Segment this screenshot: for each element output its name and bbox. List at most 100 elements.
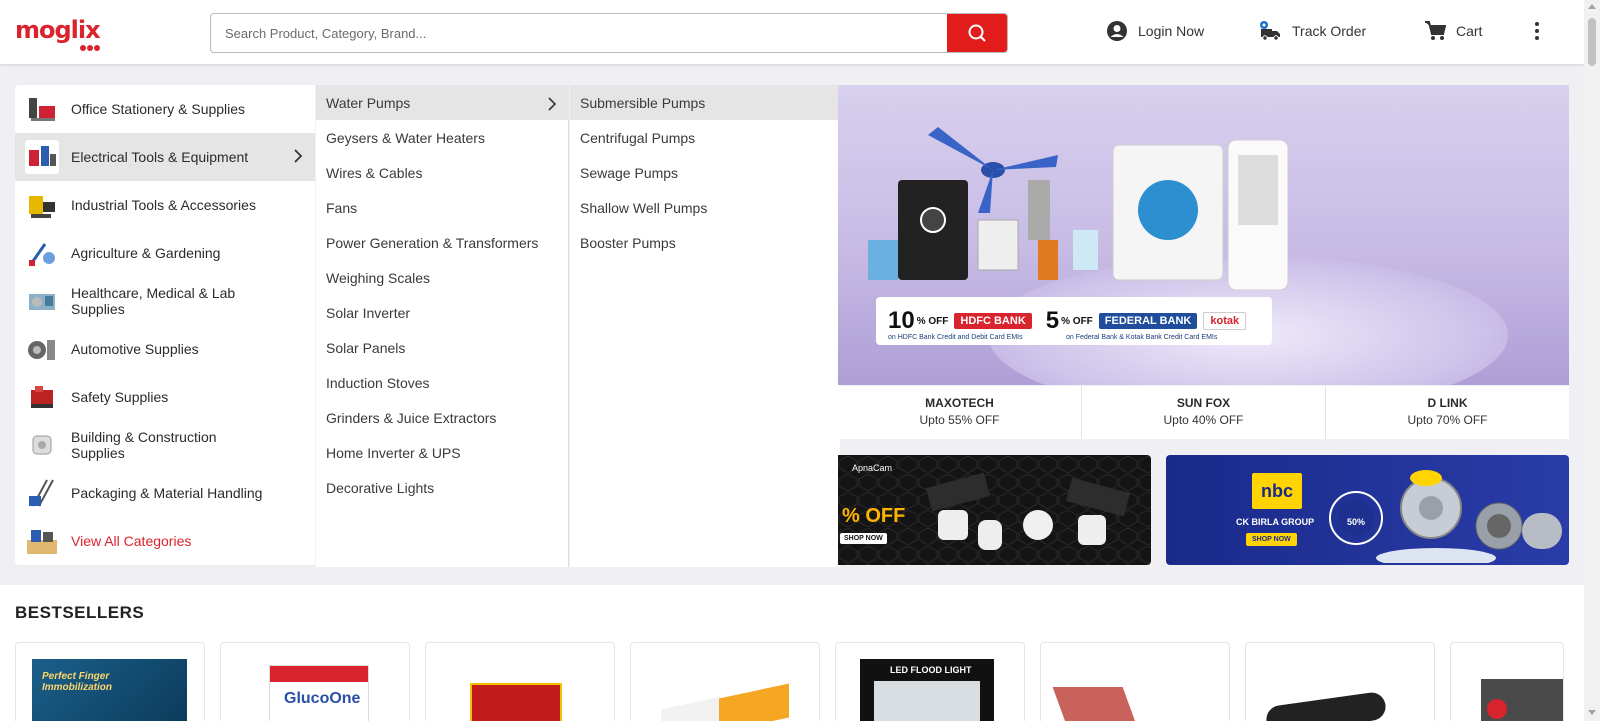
chevron-right-icon <box>548 97 557 111</box>
promo1-shop-now[interactable]: SHOP NOW <box>840 533 887 544</box>
packaging-icon <box>25 476 59 510</box>
subcategory-item[interactable]: Solar Panels <box>316 330 569 365</box>
login-button[interactable]: Login Now <box>1106 20 1204 42</box>
safety-icon <box>25 380 59 414</box>
product-card[interactable] <box>630 642 820 721</box>
brand-name: MAXOTECH <box>925 396 994 410</box>
subcategory-item[interactable]: Decorative Lights <box>316 470 569 505</box>
brand-name: D LINK <box>1427 396 1468 410</box>
product-image: Perfect Finger Immobilization <box>32 659 187 721</box>
chevron-right-icon <box>294 149 303 163</box>
subcategory-item[interactable]: Home Inverter & UPS <box>316 435 569 470</box>
product-card[interactable] <box>425 642 615 721</box>
category-label: Safety Supplies <box>71 389 169 405</box>
subcategory-item[interactable]: Induction Stoves <box>316 365 569 400</box>
category-item-industrial-tools[interactable]: Industrial Tools & Accessories <box>15 181 315 229</box>
promo2-shop-now[interactable]: SHOP NOW <box>1246 533 1297 546</box>
nbc-bearings-promo-banner[interactable]: nbc CK BIRLA GROUP SHOP NOW 50% <box>1166 455 1569 565</box>
cart-button[interactable]: Cart <box>1424 20 1482 42</box>
subcategory-item-water-pumps[interactable]: Water Pumps <box>316 85 569 120</box>
scroll-up-icon[interactable] <box>1588 4 1596 9</box>
product-image-text: LED FLOOD LIGHT <box>890 665 972 675</box>
delivery-truck-icon <box>1260 21 1280 41</box>
category-item-automotive[interactable]: Automotive Supplies <box>15 325 315 373</box>
product-image <box>1264 690 1388 721</box>
offer2-off: % OFF <box>1061 315 1093 327</box>
hero-banner[interactable]: 10 % OFF HDFC BANK 5 % OFF FEDERAL BANK … <box>838 85 1569 385</box>
submenu-item-submersible[interactable]: Submersible Pumps <box>570 85 840 120</box>
category-label: Packaging & Material Handling <box>71 485 263 501</box>
subcategory-item[interactable]: Wires & Cables <box>316 155 569 190</box>
offer2-subtext: on Federal Bank & Kotak Bank Credit Card… <box>1066 334 1218 341</box>
category-item-safety[interactable]: Safety Supplies <box>15 373 315 421</box>
subcategory-item[interactable]: Weighing Scales <box>316 260 569 295</box>
subcategory-label: Solar Panels <box>326 339 406 356</box>
brand-offer-text: Upto 70% OFF <box>1407 413 1488 427</box>
subcategory-label: Water Pumps <box>326 94 411 111</box>
brand-offer-maxotech[interactable]: MAXOTECH Upto 55% OFF <box>838 386 1082 439</box>
product-card[interactable] <box>1040 642 1230 721</box>
bank-offer-card: 10 % OFF HDFC BANK 5 % OFF FEDERAL BANK … <box>876 297 1272 345</box>
subcategory-label: Power Generation & Transformers <box>326 234 539 251</box>
product-card[interactable] <box>1450 642 1564 721</box>
brand-offer-text: Upto 55% OFF <box>919 413 1000 427</box>
apnacam-promo-banner[interactable]: ApnaCam % OFF SHOP NOW <box>838 455 1151 565</box>
subcategory-item[interactable]: Solar Inverter <box>316 295 569 330</box>
product-card[interactable]: GlucoOne <box>220 642 410 721</box>
offer1-off: % OFF <box>916 315 949 327</box>
category-item-office-stationery[interactable]: Office Stationery & Supplies <box>15 85 315 133</box>
subcategory-item[interactable]: Geysers & Water Heaters <box>316 120 569 155</box>
category-item-electrical-tools[interactable]: Electrical Tools & Equipment <box>15 133 315 181</box>
category-item-healthcare[interactable]: Healthcare, Medical & Lab Supplies <box>15 277 315 325</box>
search-button[interactable] <box>947 14 1007 52</box>
scroll-thumb[interactable] <box>1588 18 1596 66</box>
more-options-icon[interactable] <box>1535 22 1539 43</box>
category-item-view-all[interactable]: View All Categories <box>15 517 315 565</box>
submenu-item[interactable]: Booster Pumps <box>570 225 840 260</box>
subcategory-label: Weighing Scales <box>326 269 431 286</box>
category-label: Automotive Supplies <box>71 341 199 357</box>
scroll-down-icon[interactable] <box>1588 710 1596 715</box>
track-order-button[interactable]: Track Order <box>1258 20 1366 42</box>
nbc-logo-text: nbc <box>1260 481 1293 501</box>
product-image <box>470 683 562 721</box>
site-header: moglix Login Now Track Order Cart <box>0 0 1584 64</box>
product-card[interactable]: LED FLOOD LIGHT <box>835 642 1025 721</box>
offer1-percent: 10 <box>888 307 915 334</box>
submenu-label: Submersible Pumps <box>580 94 706 111</box>
subcategory-menu: Water Pumps Geysers & Water Heaters Wire… <box>316 85 569 567</box>
water-pumps-submenu: Submersible Pumps Centrifugal Pumps Sewa… <box>570 85 840 567</box>
cctv-cameras-image <box>925 472 1131 550</box>
search-input[interactable] <box>225 14 925 52</box>
product-card[interactable]: Perfect Finger Immobilization <box>15 642 205 721</box>
subcategory-label: Geysers & Water Heaters <box>326 129 485 146</box>
category-label: Industrial Tools & Accessories <box>71 197 256 213</box>
product-image <box>1481 679 1563 721</box>
brand-offer-dlink[interactable]: D LINK Upto 70% OFF <box>1326 386 1569 439</box>
subcategory-label: Decorative Lights <box>326 479 435 496</box>
category-item-building[interactable]: Building & Construction Supplies <box>15 421 315 469</box>
submenu-label: Booster Pumps <box>580 234 676 251</box>
product-image-text: GlucoOne <box>284 690 361 707</box>
electrical-icon <box>25 140 59 174</box>
subcategory-item[interactable]: Fans <box>316 190 569 225</box>
track-order-label: Track Order <box>1292 23 1367 39</box>
category-item-packaging[interactable]: Packaging & Material Handling <box>15 469 315 517</box>
brand-name: SUN FOX <box>1176 396 1231 410</box>
bestsellers-title: BESTSELLERS <box>15 603 145 622</box>
submenu-item[interactable]: Sewage Pumps <box>570 155 840 190</box>
page-scrollbar[interactable] <box>1584 0 1600 721</box>
submenu-item[interactable]: Shallow Well Pumps <box>570 190 840 225</box>
subcategory-label: Grinders & Juice Extractors <box>326 409 497 426</box>
cart-icon <box>1425 21 1446 40</box>
product-image <box>1052 687 1140 721</box>
subcategory-item[interactable]: Grinders & Juice Extractors <box>316 400 569 435</box>
submenu-item[interactable]: Centrifugal Pumps <box>570 120 840 155</box>
login-label: Login Now <box>1138 23 1205 39</box>
product-card[interactable] <box>1245 642 1435 721</box>
category-label: Building & Construction Supplies <box>71 429 217 461</box>
brand-offer-sunfox[interactable]: SUN FOX Upto 40% OFF <box>1082 386 1326 439</box>
category-item-agriculture[interactable]: Agriculture & Gardening <box>15 229 315 277</box>
subcategory-item[interactable]: Power Generation & Transformers <box>316 225 569 260</box>
hdfc-bank-logo: HDFC BANK <box>954 313 1032 329</box>
